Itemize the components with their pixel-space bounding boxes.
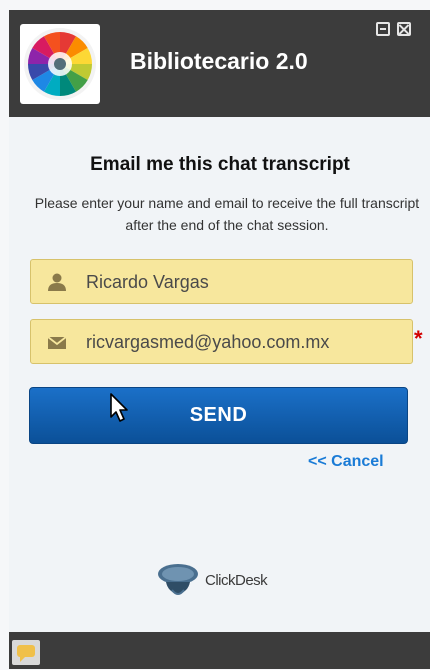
clickdesk-logo-icon bbox=[158, 564, 198, 595]
close-icon[interactable] bbox=[397, 22, 411, 36]
send-button[interactable]: SEND bbox=[29, 387, 408, 444]
form-heading: Email me this chat transcript bbox=[90, 154, 350, 175]
email-field[interactable]: ricvargasmed@yahoo.com.mx bbox=[30, 319, 413, 364]
user-icon bbox=[48, 273, 66, 291]
envelope-icon bbox=[47, 336, 67, 349]
chat-toggle-button[interactable] bbox=[12, 640, 40, 665]
clickdesk-branding[interactable]: ClickDesk bbox=[154, 560, 294, 600]
email-value: ricvargasmed@yahoo.com.mx bbox=[86, 332, 330, 352]
form-instructions: Please enter your name and email to rece… bbox=[34, 195, 420, 233]
transcript-form-panel: Email me this chat transcript Please ent… bbox=[9, 117, 430, 632]
mouse-cursor-icon bbox=[110, 393, 128, 422]
name-field[interactable]: Ricardo Vargas bbox=[30, 259, 413, 304]
brand-name: ClickDesk bbox=[205, 572, 268, 589]
app-logo bbox=[20, 24, 100, 104]
window-title: Bibliotecario 2.0 bbox=[130, 48, 308, 74]
required-indicator: * bbox=[414, 326, 423, 351]
chat-bubble-icon bbox=[17, 645, 35, 662]
name-value: Ricardo Vargas bbox=[86, 272, 209, 292]
minimize-icon[interactable] bbox=[376, 22, 390, 36]
chat-footer bbox=[9, 632, 430, 669]
chat-header: Bibliotecario 2.0 bbox=[9, 10, 430, 117]
cancel-link[interactable]: << Cancel bbox=[308, 453, 384, 471]
